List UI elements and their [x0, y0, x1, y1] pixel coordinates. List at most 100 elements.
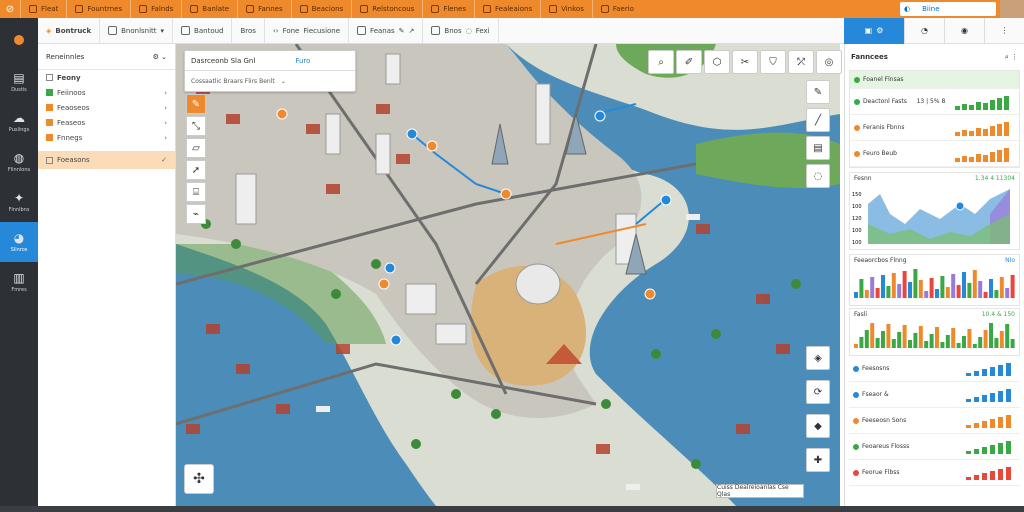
mini-bars — [966, 362, 1011, 376]
view-toggle-button[interactable]: ▣ ⚙ — [844, 17, 904, 44]
nav-item-5[interactable]: ▥ Fmres — [0, 262, 38, 302]
search-input[interactable]: Cossaatlic Braars Flirs Benlt — [191, 78, 275, 85]
toolbar-item-0[interactable]: Bnonlsnitt ▾ — [100, 17, 174, 44]
bar — [1010, 275, 1015, 298]
more-button[interactable]: ⋮ — [984, 17, 1024, 44]
pen-tool-icon[interactable]: ✎ — [186, 94, 206, 114]
lock-icon[interactable]: ⛉ — [760, 50, 786, 74]
menu-item-0[interactable]: Fleat — [20, 0, 66, 18]
nav-logo-icon[interactable] — [0, 18, 38, 62]
route-tool-icon[interactable]: ⌁ — [186, 204, 206, 224]
stat-item[interactable]: Feuro Beub — [850, 141, 1019, 167]
scissors-icon[interactable]: ✂ — [732, 50, 758, 74]
search-icon[interactable]: ⌕ ⋮ — [1005, 53, 1018, 62]
toolbar-item-5[interactable]: Bnos ◌ Fexi — [423, 17, 499, 44]
layers-icon[interactable]: ◆ — [806, 414, 830, 438]
checkbox[interactable] — [46, 156, 53, 164]
shield-icon[interactable]: ⬡ — [704, 50, 730, 74]
menu-item-2[interactable]: Falnds — [130, 0, 181, 18]
layer-item[interactable]: Feaseos › — [38, 115, 175, 130]
checkbox[interactable] — [46, 119, 53, 126]
chart3-title: Fasli — [854, 311, 868, 318]
bar — [945, 335, 950, 348]
avatar[interactable] — [1000, 0, 1024, 18]
path-tool-icon[interactable]: ⤡ — [186, 116, 206, 136]
menu-item-4[interactable]: Fannes — [237, 0, 291, 18]
refresh-icon[interactable]: ⟳ — [806, 380, 830, 404]
menu-item-5[interactable]: Beacions — [290, 0, 352, 18]
map-pin-icon[interactable]: ✚ — [806, 448, 830, 472]
app-logo-icon[interactable]: ⊘ — [0, 0, 20, 18]
chevron-down-icon[interactable]: ⌄ — [281, 78, 286, 85]
draw-icon[interactable]: ✐ — [676, 50, 702, 74]
settings-icon[interactable]: ⚙ ⌄ — [153, 53, 167, 61]
menu-item-10[interactable]: Faerio — [591, 0, 642, 18]
bar — [999, 331, 1004, 348]
stat-item[interactable]: Feranis Fbnns — [850, 115, 1019, 141]
menu-icon — [360, 5, 369, 13]
bottom-item[interactable]: Fseaor & — [849, 382, 1020, 408]
bottom-item[interactable]: Feeseosn Sons — [849, 408, 1020, 434]
bar — [854, 292, 858, 298]
help-button[interactable]: ◔ — [904, 17, 944, 44]
bar — [935, 289, 939, 298]
status-widget[interactable]: ◐ Biine — [900, 2, 996, 16]
ruler-icon[interactable]: ⤱ — [788, 50, 814, 74]
search-icon[interactable]: ⌕ — [648, 50, 674, 74]
line-icon[interactable]: ╱ — [806, 108, 830, 132]
menu-item-1[interactable]: Fountrnes — [66, 0, 130, 18]
bar — [1010, 339, 1015, 348]
stat-item[interactable]: Deactonl Fasts 13 | 5% 8 — [850, 89, 1019, 115]
map-top-tools: ⌕ ✐ ⬡ ✂ ⛉ ⤱ ◎ — [648, 50, 842, 74]
bar — [951, 328, 956, 348]
bar — [929, 278, 934, 298]
tag-icon[interactable]: ◈ — [806, 346, 830, 370]
layers-section[interactable]: Feony — [38, 70, 175, 85]
layer-item[interactable]: Feiinoos › — [38, 85, 175, 100]
checkbox[interactable] — [46, 134, 53, 141]
polygon-tool-icon[interactable]: ▱ — [186, 138, 206, 158]
menu-item-7[interactable]: Flenes — [422, 0, 474, 18]
layers-panel: Reneinnles ⚙ ⌄ Feony Feiinoos › Feaoseos › Fe… — [38, 44, 176, 506]
toolbar-item-2[interactable]: Bros — [232, 17, 265, 44]
bar — [918, 280, 923, 298]
layer-item[interactable]: Feaoseos › — [38, 100, 175, 115]
y-tick: 100 — [852, 240, 862, 246]
bottom-item[interactable]: Feoareus Flosss — [849, 434, 1020, 460]
layer-selected[interactable]: Foeasons ✓ — [38, 151, 175, 169]
nav-item-3[interactable]: ✦ Flnnlbns — [0, 182, 38, 222]
edit-icon[interactable]: ✎ — [806, 80, 830, 104]
bar — [891, 273, 896, 298]
nav-item-4[interactable]: ◕ Sllnros — [0, 222, 38, 262]
menu-item-3[interactable]: Banlate — [181, 0, 237, 18]
bottom-item[interactable]: Feesosns — [849, 356, 1020, 382]
bar — [891, 339, 896, 348]
layer-item[interactable]: Fnnegs › — [38, 130, 175, 145]
nav-item-1[interactable]: ☁ Puslings — [0, 102, 38, 142]
menu-item-8[interactable]: Fealeaions — [474, 0, 540, 18]
cursor-tool-icon[interactable]: ➚ — [186, 160, 206, 180]
map-canvas[interactable] — [176, 44, 840, 506]
checkbox[interactable] — [46, 74, 53, 81]
brand-dropdown[interactable]: ◈ Bontruck — [38, 17, 101, 44]
chat-icon[interactable]: ◌ — [806, 164, 830, 188]
toolbar-item-1[interactable]: Bantoud — [173, 17, 233, 44]
nav-item-0[interactable]: ▤ Dustis — [0, 62, 38, 102]
document-icon[interactable]: ▤ — [806, 136, 830, 160]
measure-tool-icon[interactable]: ⌸ — [186, 182, 206, 202]
toolbar-item-3[interactable]: ‹› Fone Fiecusione — [265, 17, 350, 44]
compass-icon[interactable]: ✣ — [184, 464, 214, 494]
menu-item-9[interactable]: Vinkos — [540, 0, 592, 18]
toolbar-item-4[interactable]: Feanas ✎ ↗ — [349, 17, 424, 44]
location-icon[interactable]: ◎ — [816, 50, 842, 74]
user-button[interactable]: ◉ — [944, 17, 984, 44]
chart2-value: Nlo — [1005, 257, 1015, 264]
nav-item-2[interactable]: ◍ Flinnlons — [0, 142, 38, 182]
search-tag[interactable]: Furo — [295, 57, 310, 65]
checkbox[interactable] — [46, 104, 53, 111]
checkbox[interactable] — [46, 89, 53, 96]
menu-item-6[interactable]: Relstoncous — [351, 0, 422, 18]
stat-item[interactable]: Foanel Flnsas — [850, 71, 1019, 89]
bar — [854, 344, 858, 348]
bottom-item[interactable]: Feorue Flbss — [849, 460, 1020, 486]
